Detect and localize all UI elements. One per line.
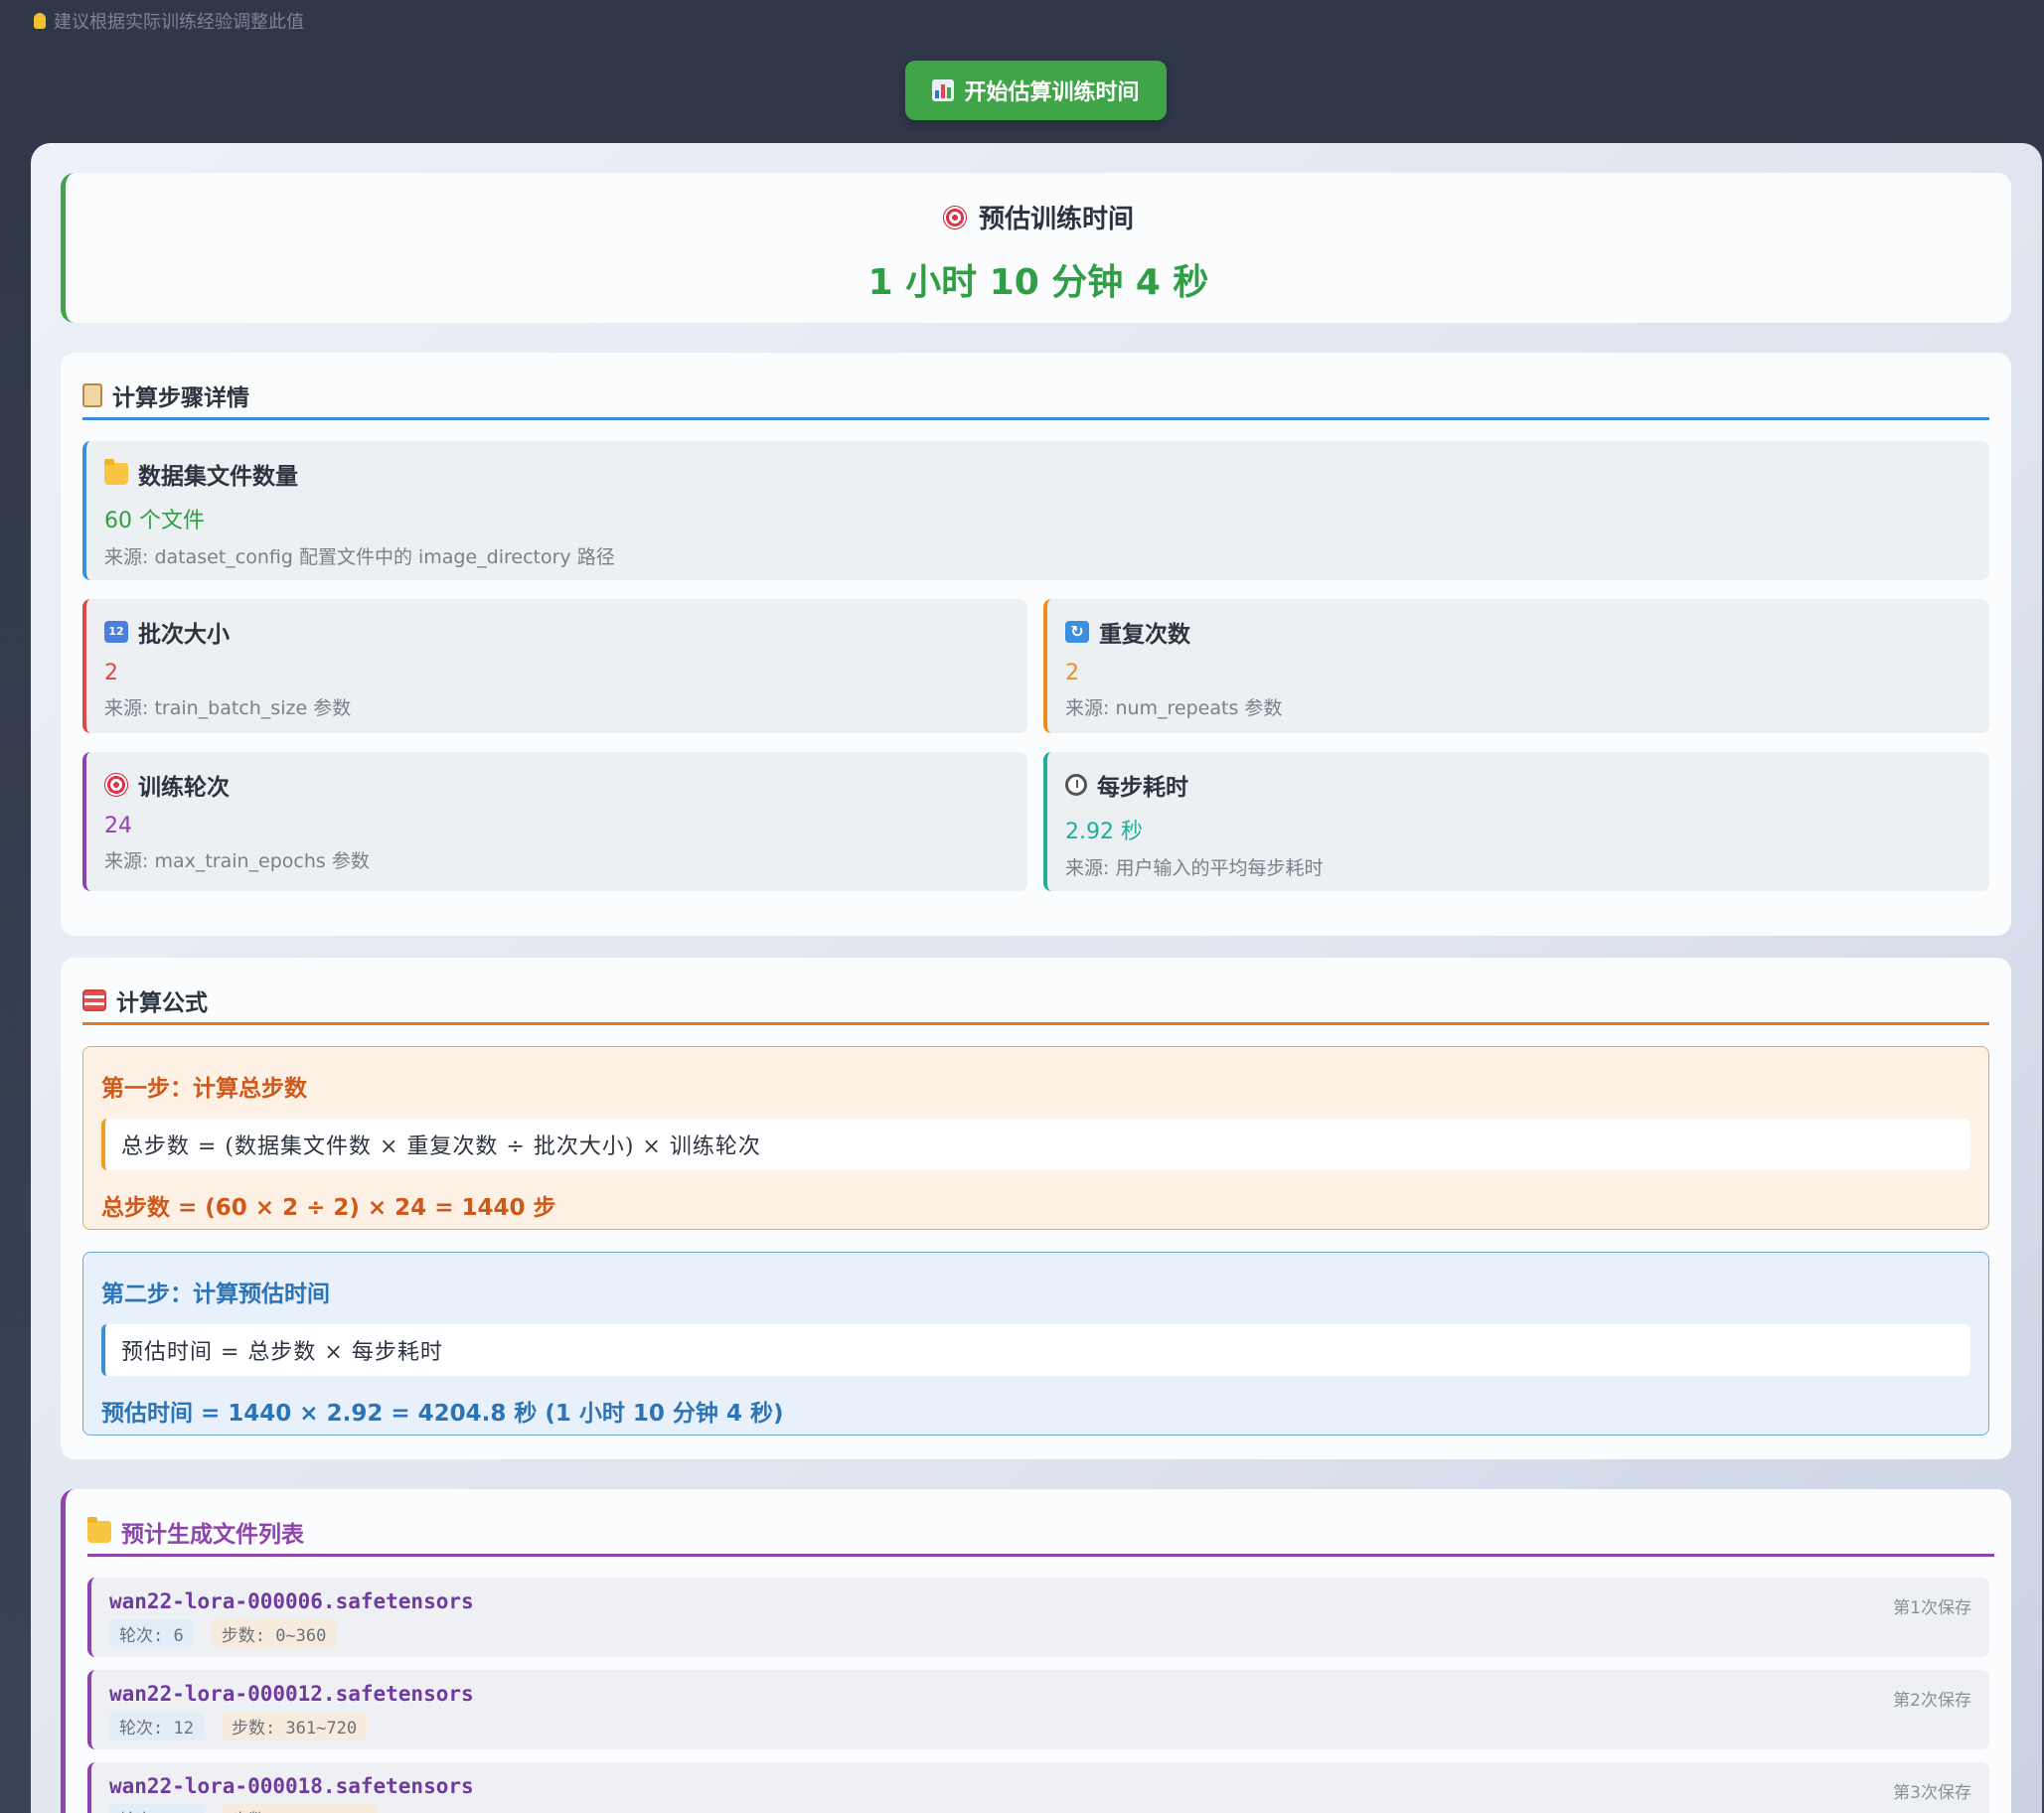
dataset-count-box: 数据集文件数量 60 个文件 来源: dataset_config 配置文件中的… [82,441,1989,580]
formula-divider [82,1022,1989,1025]
formula-step1-heading: 第一步：计算总步数 [101,1076,307,1102]
estimated-time-value: 1 小时 10 分钟 4 秒 [867,262,1209,303]
step-time-label: 每步耗时 [1097,775,1188,801]
folder-icon [87,1517,111,1543]
repeats-label: 重复次数 [1099,622,1190,648]
calc-steps-divider [82,417,1989,420]
files-title-text: 预计生成文件列表 [121,1522,304,1548]
file-save-index: 第3次保存 [1893,1783,1971,1803]
folder-icon [104,459,128,485]
batch-size-label: 批次大小 [138,622,230,648]
step-time-box: 每步耗时 2.92 秒 来源: 用户输入的平均每步耗时 [1043,752,1989,891]
formula-step2-result: 预估时间 = 1440 × 2.92 = 4204.8 秒 (1 小时 10 分… [101,1401,784,1427]
batch-size-source: 来源: train_batch_size 参数 [104,697,352,719]
file-steps-tag: 步数: 721~1080 [221,1804,378,1813]
formula-title: 计算公式 [82,983,208,1017]
calc-steps-title: 计算步骤详情 [82,378,249,412]
formula-step2-box: 第二步：计算预估时间 预估时间 = 总步数 × 每步耗时 预估时间 = 1440… [82,1252,1989,1435]
files-card: 预计生成文件列表 wan22-lora-000006.safetensors 轮… [61,1489,2011,1813]
file-item[interactable]: wan22-lora-000012.safetensors 轮次: 12 步数:… [87,1670,1989,1749]
file-save-index: 第2次保存 [1893,1691,1971,1711]
clipboard-icon [82,383,102,407]
formula-step1-box: 第一步：计算总步数 总步数 = (数据集文件数 × 重复次数 ÷ 批次大小) ×… [82,1046,1989,1230]
start-estimate-button[interactable]: 开始估算训练时间 [905,61,1167,120]
file-epoch-tag: 轮次: 18 [109,1804,204,1813]
epochs-box: 训练轮次 24 来源: max_train_epochs 参数 [82,752,1027,891]
formula-step2-expression: 预估时间 = 总步数 × 每步耗时 [101,1324,1970,1376]
formula-step1-expression: 总步数 = (数据集文件数 × 重复次数 ÷ 批次大小) × 训练轮次 [101,1119,1970,1170]
numbers-icon: 12 [104,621,128,643]
formula-card: 计算公式 第一步：计算总步数 总步数 = (数据集文件数 × 重复次数 ÷ 批次… [61,958,2011,1459]
bar-chart-icon [932,79,955,101]
file-epoch-tag: 轮次: 6 [109,1619,194,1648]
batch-size-value: 2 [104,661,118,685]
files-title: 预计生成文件列表 [87,1515,304,1549]
estimated-time-card: 预估训练时间 1 小时 10 分钟 4 秒 [61,173,2011,323]
repeats-box: ↻ 重复次数 2 来源: num_repeats 参数 [1043,599,1989,733]
file-name: wan22-lora-000012.safetensors [109,1682,474,1706]
repeat-icon: ↻ [1065,621,1089,643]
start-estimate-label: 开始估算训练时间 [964,80,1140,105]
target-icon [104,773,128,797]
results-panel: 预估训练时间 1 小时 10 分钟 4 秒 计算步骤详情 数据集文件数量 60 … [31,143,2042,1813]
target-icon [942,205,967,229]
file-steps-tag: 步数: 0~360 [211,1619,337,1648]
dataset-count-label: 数据集文件数量 [138,464,298,490]
estimated-time-title: 预估训练时间 [66,199,2011,235]
repeats-source: 来源: num_repeats 参数 [1065,697,1283,719]
hint-label: 建议根据实际训练经验调整此值 [54,12,304,33]
file-steps-tag: 步数: 361~720 [221,1712,368,1740]
dataset-count-source: 来源: dataset_config 配置文件中的 image_director… [104,546,615,568]
step-time-value: 2.92 秒 [1065,820,1143,844]
formula-title-text: 计算公式 [116,990,208,1016]
files-divider [87,1554,1994,1557]
epochs-label: 训练轮次 [138,775,230,801]
file-name: wan22-lora-000006.safetensors [109,1589,474,1613]
file-item[interactable]: wan22-lora-000006.safetensors 轮次: 6 步数: … [87,1578,1989,1657]
lightbulb-icon [34,13,46,29]
file-save-index: 第1次保存 [1893,1598,1971,1618]
calc-steps-card: 计算步骤详情 数据集文件数量 60 个文件 来源: dataset_config… [61,353,2011,936]
stopwatch-icon [1065,774,1087,796]
dataset-count-value: 60 个文件 [104,509,205,533]
repeats-value: 2 [1065,661,1079,685]
file-name: wan22-lora-000018.safetensors [109,1774,474,1798]
formula-step2-heading: 第二步：计算预估时间 [101,1282,330,1307]
hint-text: 建议根据实际训练经验调整此值 [34,8,304,34]
batch-size-box: 12 批次大小 2 来源: train_batch_size 参数 [82,599,1027,733]
epochs-source: 来源: max_train_epochs 参数 [104,850,370,872]
formula-step1-result: 总步数 = (60 × 2 ÷ 2) × 24 = 1440 步 [101,1195,556,1221]
file-item[interactable]: wan22-lora-000018.safetensors 轮次: 18 步数:… [87,1762,1989,1813]
file-epoch-tag: 轮次: 12 [109,1712,204,1740]
estimated-time-title-text: 预估训练时间 [978,205,1134,234]
calc-steps-title-text: 计算步骤详情 [112,385,249,411]
epochs-value: 24 [104,814,132,838]
abacus-icon [82,989,106,1011]
step-time-source: 来源: 用户输入的平均每步耗时 [1065,857,1324,879]
